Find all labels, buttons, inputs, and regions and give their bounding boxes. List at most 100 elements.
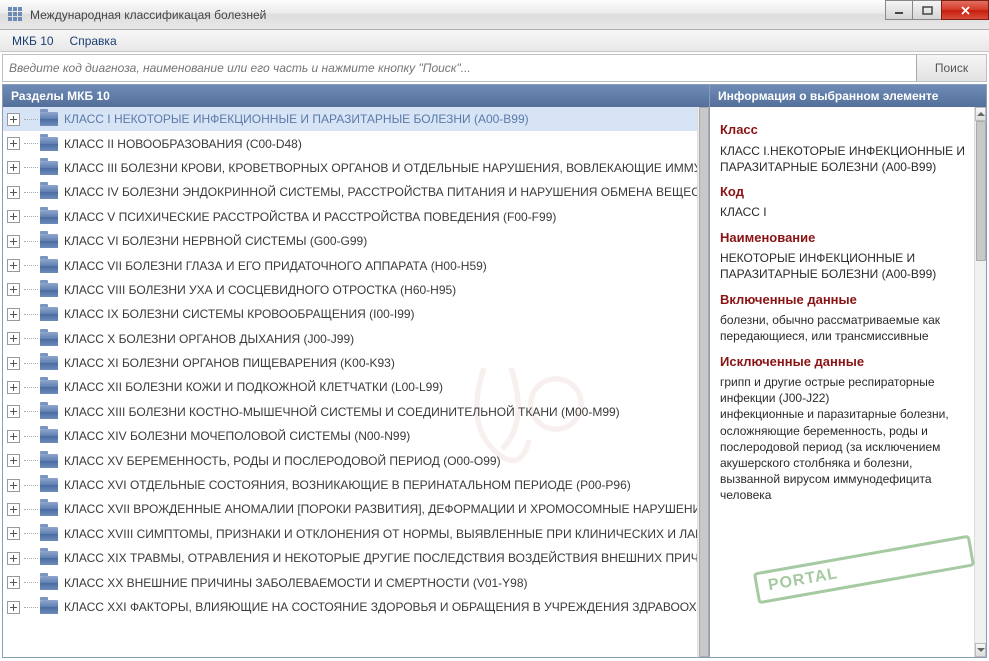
expand-icon[interactable]	[7, 454, 20, 467]
tree-row[interactable]: КЛАСС XXI ФАКТОРЫ, ВЛИЯЮЩИЕ НА СОСТОЯНИЕ…	[3, 595, 697, 619]
tree-row[interactable]: КЛАСС XX ВНЕШНИЕ ПРИЧИНЫ ЗАБОЛЕВАЕМОСТИ …	[3, 570, 697, 594]
sections-panel-title: Разделы МКБ 10	[3, 85, 709, 107]
menu-bar: МКБ 10 Справка	[0, 30, 989, 52]
close-button[interactable]	[941, 0, 989, 20]
tree-row[interactable]: КЛАСС V ПСИХИЧЕСКИЕ РАССТРОЙСТВА И РАССТ…	[3, 205, 697, 229]
expand-icon[interactable]	[7, 283, 20, 296]
expand-icon[interactable]	[7, 430, 20, 443]
tree-row[interactable]: КЛАСС VI БОЛЕЗНИ НЕРВНОЙ СИСТЕМЫ (G00-G9…	[3, 229, 697, 253]
tree-row[interactable]: КЛАСС VIII БОЛЕЗНИ УХА И СОСЦЕВИДНОГО ОТ…	[3, 278, 697, 302]
tree-row-label: КЛАСС XX ВНЕШНИЕ ПРИЧИНЫ ЗАБОЛЕВАЕМОСТИ …	[64, 576, 528, 590]
info-panel-title: Информация о выбранном элементе	[710, 85, 986, 107]
tree-row-label: КЛАСС XIX ТРАВМЫ, ОТРАВЛЕНИЯ И НЕКОТОРЫЕ…	[64, 551, 697, 565]
window-title: Международная классификацая болезней	[30, 8, 266, 22]
expand-icon[interactable]	[7, 332, 20, 345]
tree-row-label: КЛАСС XVIII СИМПТОМЫ, ПРИЗНАКИ И ОТКЛОНЕ…	[64, 527, 697, 541]
sections-panel: Разделы МКБ 10 КЛАСС I НЕКОТОРЫЕ ИНФЕКЦИ…	[2, 84, 710, 658]
menu-item-mkb10[interactable]: МКБ 10	[4, 32, 62, 50]
tree-row[interactable]: КЛАСС II НОВООБРАЗОВАНИЯ (C00-D48)	[3, 131, 697, 155]
info-class-value: КЛАСС I.НЕКОТОРЫЕ ИНФЕКЦИОННЫЕ И ПАРАЗИТ…	[720, 143, 966, 175]
tree-row-label: КЛАСС II НОВООБРАЗОВАНИЯ (C00-D48)	[64, 137, 302, 151]
tree-row-label: КЛАСС V ПСИХИЧЕСКИЕ РАССТРОЙСТВА И РАССТ…	[64, 210, 556, 224]
folder-icon	[40, 210, 58, 224]
info-name-value: НЕКОТОРЫЕ ИНФЕКЦИОННЫЕ И ПАРАЗИТАРНЫЕ БО…	[720, 250, 966, 282]
expand-icon[interactable]	[7, 235, 20, 248]
tree-row-label: КЛАСС XII БОЛЕЗНИ КОЖИ И ПОДКОЖНОЙ КЛЕТЧ…	[64, 380, 443, 394]
folder-icon	[40, 307, 58, 321]
expand-icon[interactable]	[7, 113, 20, 126]
tree-view[interactable]: КЛАСС I НЕКОТОРЫЕ ИНФЕКЦИОННЫЕ И ПАРАЗИТ…	[3, 107, 697, 657]
tree-row[interactable]: КЛАСС IV БОЛЕЗНИ ЭНДОКРИННОЙ СИСТЕМЫ, РА…	[3, 180, 697, 204]
expand-icon[interactable]	[7, 137, 20, 150]
expand-icon[interactable]	[7, 503, 20, 516]
folder-icon	[40, 234, 58, 248]
info-name-label: Наименование	[720, 229, 966, 247]
expand-icon[interactable]	[7, 186, 20, 199]
info-code-value: КЛАСС I	[720, 204, 966, 220]
tree-row[interactable]: КЛАСС VII БОЛЕЗНИ ГЛАЗА И ЕГО ПРИДАТОЧНО…	[3, 253, 697, 277]
folder-icon	[40, 551, 58, 565]
tree-row-label: КЛАСС XIII БОЛЕЗНИ КОСТНО-МЫШЕЧНОЙ СИСТЕ…	[64, 405, 620, 419]
folder-icon	[40, 112, 58, 126]
window-titlebar: Международная классификацая болезней	[0, 0, 989, 30]
folder-icon	[40, 527, 58, 541]
expand-icon[interactable]	[7, 259, 20, 272]
folder-icon	[40, 454, 58, 468]
tree-row[interactable]: КЛАСС IX БОЛЕЗНИ СИСТЕМЫ КРОВООБРАЩЕНИЯ …	[3, 302, 697, 326]
expand-icon[interactable]	[7, 576, 20, 589]
folder-icon	[40, 137, 58, 151]
tree-row-label: КЛАСС IX БОЛЕЗНИ СИСТЕМЫ КРОВООБРАЩЕНИЯ …	[64, 307, 415, 321]
tree-row[interactable]: КЛАСС XII БОЛЕЗНИ КОЖИ И ПОДКОЖНОЙ КЛЕТЧ…	[3, 375, 697, 399]
tree-row[interactable]: КЛАСС XI БОЛЕЗНИ ОРГАНОВ ПИЩЕВАРЕНИЯ (K0…	[3, 351, 697, 375]
expand-icon[interactable]	[7, 210, 20, 223]
tree-row-label: КЛАСС XV БЕРЕМЕННОСТЬ, РОДЫ И ПОСЛЕРОДОВ…	[64, 454, 501, 468]
info-content: Класс КЛАСС I.НЕКОТОРЫЕ ИНФЕКЦИОННЫЕ И П…	[710, 107, 974, 657]
expand-icon[interactable]	[7, 527, 20, 540]
tree-row[interactable]: КЛАСС XVIII СИМПТОМЫ, ПРИЗНАКИ И ОТКЛОНЕ…	[3, 522, 697, 546]
expand-icon[interactable]	[7, 381, 20, 394]
expand-icon[interactable]	[7, 308, 20, 321]
tree-row-label: КЛАСС XI БОЛЕЗНИ ОРГАНОВ ПИЩЕВАРЕНИЯ (K0…	[64, 356, 395, 370]
search-button[interactable]: Поиск	[916, 55, 986, 81]
expand-icon[interactable]	[7, 601, 20, 614]
tree-row-label: КЛАСС XIV БОЛЕЗНИ МОЧЕПОЛОВОЙ СИСТЕМЫ (N…	[64, 429, 410, 443]
expand-icon[interactable]	[7, 161, 20, 174]
app-icon	[8, 7, 24, 23]
tree-row[interactable]: КЛАСС XVII ВРОЖДЕННЫЕ АНОМАЛИИ [ПОРОКИ Р…	[3, 497, 697, 521]
folder-icon	[40, 161, 58, 175]
expand-icon[interactable]	[7, 552, 20, 565]
tree-row-label: КЛАСС X БОЛЕЗНИ ОРГАНОВ ДЫХАНИЯ (J00-J99…	[64, 332, 354, 346]
tree-row-label: КЛАСС IV БОЛЕЗНИ ЭНДОКРИННОЙ СИСТЕМЫ, РА…	[64, 185, 697, 199]
info-included-value: болезни, обычно рассматриваемые как пере…	[720, 312, 966, 344]
folder-icon	[40, 380, 58, 394]
menu-item-help[interactable]: Справка	[62, 32, 125, 50]
folder-icon	[40, 405, 58, 419]
tree-row[interactable]: КЛАСС XV БЕРЕМЕННОСТЬ, РОДЫ И ПОСЛЕРОДОВ…	[3, 448, 697, 472]
search-input[interactable]	[3, 55, 916, 81]
folder-icon	[40, 259, 58, 273]
tree-row[interactable]: КЛАСС X БОЛЕЗНИ ОРГАНОВ ДЫХАНИЯ (J00-J99…	[3, 327, 697, 351]
search-bar: Поиск	[2, 54, 987, 82]
info-class-label: Класс	[720, 121, 966, 139]
info-excluded-value: грипп и другие острые респираторные инфе…	[720, 374, 966, 504]
expand-icon[interactable]	[7, 405, 20, 418]
tree-row[interactable]: КЛАСС XIII БОЛЕЗНИ КОСТНО-МЫШЕЧНОЙ СИСТЕ…	[3, 400, 697, 424]
expand-icon[interactable]	[7, 479, 20, 492]
maximize-button[interactable]	[912, 0, 942, 20]
tree-row-label: КЛАСС I НЕКОТОРЫЕ ИНФЕКЦИОННЫЕ И ПАРАЗИТ…	[64, 112, 529, 126]
tree-row[interactable]: КЛАСС XVI ОТДЕЛЬНЫЕ СОСТОЯНИЯ, ВОЗНИКАЮЩ…	[3, 473, 697, 497]
tree-row[interactable]: КЛАСС I НЕКОТОРЫЕ ИНФЕКЦИОННЫЕ И ПАРАЗИТ…	[3, 107, 697, 131]
info-scrollbar[interactable]	[974, 107, 986, 657]
tree-row[interactable]: КЛАСС XIV БОЛЕЗНИ МОЧЕПОЛОВОЙ СИСТЕМЫ (N…	[3, 424, 697, 448]
folder-icon	[40, 185, 58, 199]
tree-row[interactable]: КЛАСС XIX ТРАВМЫ, ОТРАВЛЕНИЯ И НЕКОТОРЫЕ…	[3, 546, 697, 570]
tree-scrollbar[interactable]	[697, 107, 709, 657]
minimize-button[interactable]	[885, 0, 913, 20]
folder-icon	[40, 283, 58, 297]
tree-row-label: КЛАСС III БОЛЕЗНИ КРОВИ, КРОВЕТВОРНЫХ ОР…	[64, 161, 697, 175]
info-included-label: Включенные данные	[720, 291, 966, 309]
info-code-label: Код	[720, 183, 966, 201]
folder-icon	[40, 502, 58, 516]
expand-icon[interactable]	[7, 357, 20, 370]
tree-row[interactable]: КЛАСС III БОЛЕЗНИ КРОВИ, КРОВЕТВОРНЫХ ОР…	[3, 156, 697, 180]
